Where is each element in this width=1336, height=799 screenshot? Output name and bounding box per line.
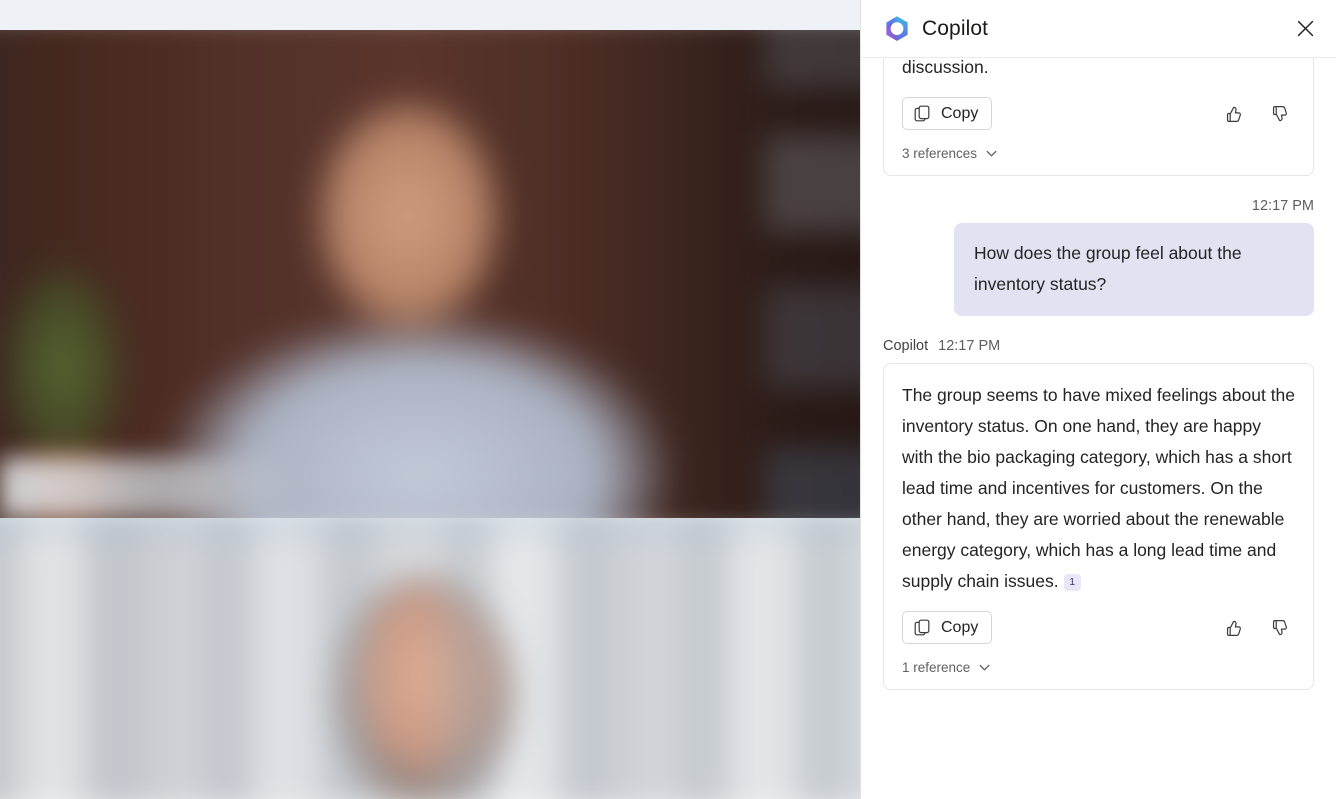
thumbs-up-icon — [1226, 620, 1241, 636]
user-message-row: How does the group feel about the invent… — [883, 223, 1314, 316]
assistant-sender-row: Copilot 12:17 PM — [883, 338, 1314, 354]
copilot-logo-icon — [886, 15, 908, 41]
assistant-message-card: Serena and Beth planned to have a follow… — [883, 58, 1314, 176]
assistant-message-card: The group seems to have mixed feelings a… — [883, 363, 1314, 690]
copy-button[interactable]: Copy — [902, 611, 993, 644]
references-toggle[interactable]: 3 references — [902, 146, 999, 161]
chevron-down-icon — [979, 664, 990, 671]
assistant-message-timestamp: 12:17 PM — [938, 338, 1001, 354]
thumbs-up-icon — [1226, 106, 1241, 122]
stage-top-margin — [0, 0, 860, 30]
thumbs-up-button[interactable] — [1219, 99, 1249, 129]
thumbs-down-icon — [1272, 105, 1287, 121]
assistant-message-text: Serena and Beth planned to have a follow… — [902, 58, 989, 77]
user-message-bubble: How does the group feel about the invent… — [954, 223, 1314, 316]
assistant-sender-name: Copilot — [883, 338, 929, 354]
thumbs-down-icon — [1272, 619, 1287, 635]
copy-icon — [914, 619, 930, 635]
citation-badge[interactable]: 1 — [1063, 574, 1081, 591]
user-message-timestamp: 12:17 PM — [1251, 198, 1314, 214]
assistant-message-body: The group seems to have mixed feelings a… — [902, 380, 1295, 597]
copy-icon — [914, 105, 930, 121]
message-actions: Copy — [902, 611, 1295, 644]
user-timestamp-row: 12:17 PM — [883, 198, 1314, 214]
copilot-panel: Copilot Serena and Beth planned to have … — [860, 0, 1336, 799]
copy-button-label: Copy — [941, 104, 979, 122]
references-label: 3 references — [902, 146, 978, 161]
copy-button[interactable]: Copy — [902, 97, 993, 130]
thumbs-down-button[interactable] — [1265, 613, 1295, 643]
participant-video-top[interactable] — [0, 30, 860, 518]
video-stage — [0, 0, 860, 799]
close-button[interactable] — [1288, 12, 1322, 46]
video-frame-bottom — [0, 518, 860, 799]
assistant-message-text: The group seems to have mixed feelings a… — [902, 385, 1296, 591]
video-frame-top — [0, 30, 860, 518]
thumbs-down-button[interactable] — [1265, 99, 1295, 129]
copy-button-label: Copy — [941, 618, 979, 636]
references-label: 1 reference — [902, 660, 971, 675]
conversation-thread[interactable]: Serena and Beth planned to have a follow… — [861, 58, 1336, 799]
close-icon — [1297, 20, 1313, 37]
panel-title: Copilot — [922, 16, 989, 40]
copilot-panel-header: Copilot — [861, 0, 1336, 58]
thumbs-up-button[interactable] — [1219, 613, 1249, 643]
chevron-down-icon — [986, 150, 997, 157]
assistant-message-wrapper: The group seems to have mixed feelings a… — [883, 363, 1314, 690]
video-foreground-object — [0, 458, 300, 518]
meeting-window: Copilot Serena and Beth planned to have … — [0, 0, 1336, 799]
references-toggle[interactable]: 1 reference — [902, 660, 992, 675]
participant-video-bottom[interactable] — [0, 518, 860, 799]
message-actions: Copy — [902, 97, 1295, 130]
